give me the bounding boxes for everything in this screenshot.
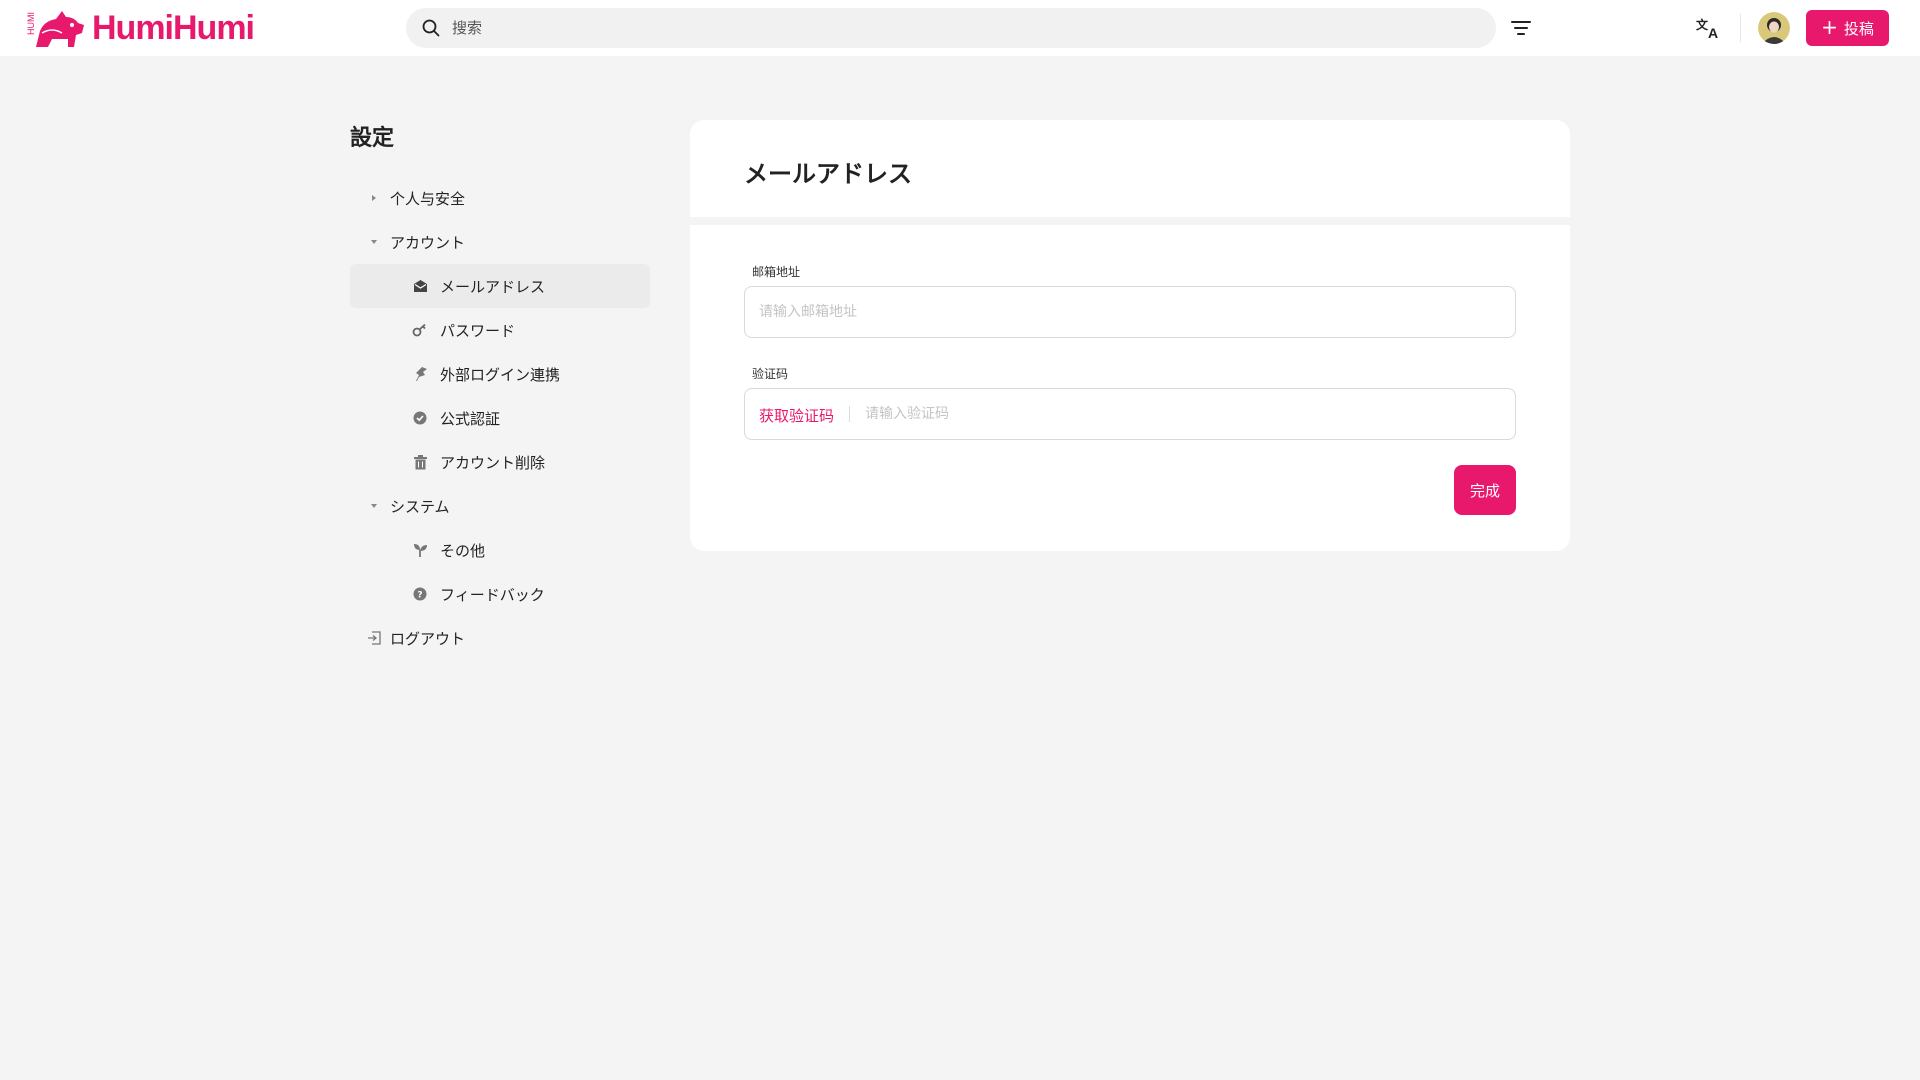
nav-item-system[interactable]: システム (350, 484, 650, 528)
nav-item-label: メールアドレス (440, 277, 546, 296)
sprout-icon (412, 542, 428, 558)
verified-icon (412, 410, 428, 426)
nav-item-feedback[interactable]: ? フィードバック (350, 572, 650, 616)
svg-text:HUMI: HUMI (26, 12, 36, 35)
trash-icon (412, 454, 428, 470)
header-divider (1740, 14, 1741, 42)
done-button[interactable]: 完成 (1454, 465, 1516, 515)
nav-item-logout[interactable]: ログアウト (350, 616, 650, 660)
nav-item-label: パスワード (440, 321, 516, 340)
nav-item-label: システム (390, 497, 450, 516)
nav-item-label: アカウント (390, 233, 466, 252)
mail-icon (412, 278, 428, 294)
nav-item-label: アカウント削除 (440, 453, 546, 472)
search-icon (422, 19, 440, 37)
nav-item-delete-account[interactable]: アカウント削除 (350, 440, 650, 484)
link-icon (412, 366, 428, 382)
code-field-divider (849, 406, 850, 422)
nav-item-label: 外部ログイン連携 (440, 365, 561, 384)
caret-down-icon (368, 500, 380, 512)
nav-item-email[interactable]: メールアドレス (350, 264, 650, 308)
code-field[interactable] (865, 389, 1505, 439)
nav-item-label: フィードバック (440, 585, 545, 604)
help-icon: ? (412, 586, 428, 602)
translate-icon[interactable]: 文 A (1696, 16, 1722, 40)
settings-nav: 个人与安全 アカウント メールアドレス パスワード 外部ログイン連携 公式認証 … (350, 176, 650, 660)
email-form-card: 邮箱地址 验证码 获取验证码 完成 (690, 225, 1570, 551)
email-field[interactable] (759, 287, 1499, 337)
nav-item-external-login[interactable]: 外部ログイン連携 (350, 352, 650, 396)
post-button[interactable]: + 投稿 (1806, 10, 1889, 46)
email-field-box[interactable] (744, 286, 1516, 338)
nav-item-label: 个人与安全 (390, 189, 466, 208)
content-header-card: メールアドレス (690, 120, 1570, 217)
key-icon (412, 322, 428, 338)
code-field-box[interactable]: 获取验证码 (744, 388, 1516, 440)
nav-item-official-verify[interactable]: 公式認証 (350, 396, 650, 440)
caret-down-icon (368, 236, 380, 248)
top-header: HUMI HumiHumi 文 A + 投稿 (0, 0, 1920, 56)
plus-icon: + (1821, 15, 1838, 39)
search-bar[interactable] (406, 8, 1496, 48)
post-button-label: 投稿 (1843, 19, 1874, 38)
brand-logo[interactable]: HUMI HumiHumi (22, 2, 255, 54)
filter-icon[interactable] (1510, 18, 1532, 38)
code-label: 验证码 (752, 367, 789, 381)
search-input[interactable] (452, 8, 1472, 48)
caret-right-icon (368, 192, 380, 204)
svg-text:A: A (1708, 25, 1718, 40)
brand-name: HumiHumi (92, 9, 255, 47)
email-label: 邮箱地址 (752, 265, 801, 279)
nav-item-label: 公式認証 (440, 409, 501, 428)
nav-item-other[interactable]: その他 (350, 528, 650, 572)
nav-item-label: その他 (440, 541, 486, 560)
logo-mascot-icon: HUMI (26, 11, 84, 47)
content-title: メールアドレス (744, 160, 912, 188)
nav-item-label: ログアウト (390, 629, 466, 648)
page-title: 設定 (350, 126, 395, 151)
get-code-button[interactable]: 获取验证码 (759, 405, 834, 426)
nav-item-personal-security[interactable]: 个人与安全 (350, 176, 650, 220)
logout-icon (366, 630, 382, 646)
avatar[interactable] (1758, 12, 1790, 44)
nav-item-account[interactable]: アカウント (350, 220, 650, 264)
svg-text:?: ? (417, 591, 422, 601)
nav-item-password[interactable]: パスワード (350, 308, 650, 352)
